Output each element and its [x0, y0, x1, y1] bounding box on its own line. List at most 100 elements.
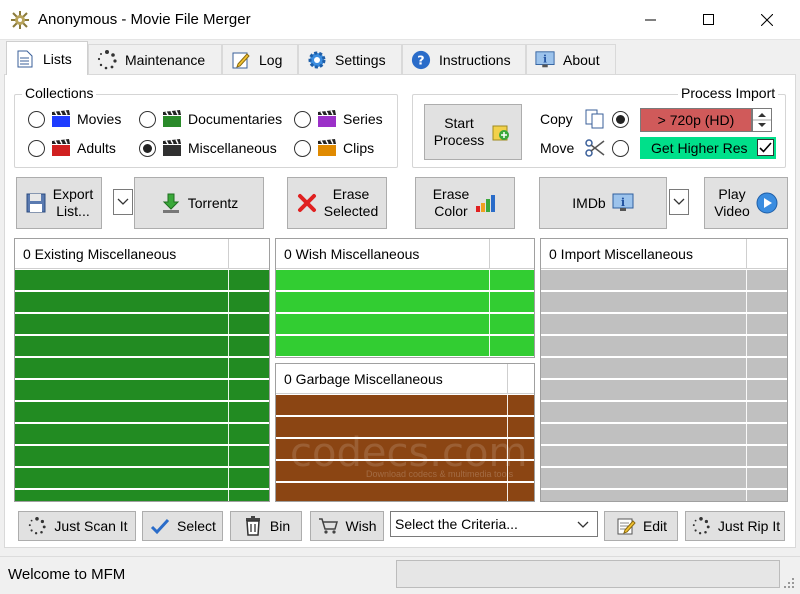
- tab-instructions[interactable]: ? Instructions: [402, 44, 526, 74]
- svg-text:i: i: [543, 54, 547, 65]
- button-label: Erase Color: [432, 186, 470, 219]
- clapperboard-icon: [52, 139, 70, 156]
- radio-label: Movies: [77, 111, 122, 127]
- imdb-button[interactable]: IMDb i: [539, 177, 667, 229]
- erase-color-button[interactable]: Erase Color: [415, 177, 515, 229]
- radio-circle[interactable]: [294, 139, 311, 157]
- play-icon: [756, 192, 778, 214]
- get-higher-res-label: Get Higher Res: [651, 140, 748, 156]
- existing-list[interactable]: 0 Existing Miscellaneous: [14, 238, 270, 502]
- status-text: Welcome to MFM: [8, 566, 126, 583]
- import-list-rows[interactable]: [541, 270, 787, 501]
- bin-button[interactable]: Bin: [230, 511, 302, 541]
- import-list-header: 0 Import Miscellaneous: [541, 239, 787, 269]
- watermark-subtext: Download codecs & multimedia tools: [366, 469, 514, 479]
- wish-list-rows[interactable]: [276, 270, 534, 357]
- resolution-value[interactable]: > 720p (HD): [640, 108, 752, 132]
- close-icon: [761, 14, 773, 26]
- torrentz-button[interactable]: Torrentz: [134, 177, 264, 229]
- tab-lists[interactable]: Lists: [6, 41, 88, 75]
- svg-text:?: ?: [417, 52, 424, 67]
- play-video-button[interactable]: Play Video: [704, 177, 788, 229]
- maximize-button[interactable]: [686, 0, 732, 40]
- radio-circle[interactable]: [294, 110, 311, 128]
- tab-log[interactable]: Log: [222, 44, 298, 74]
- radio-clips[interactable]: Clips: [294, 139, 374, 157]
- wish-button[interactable]: Wish: [310, 511, 384, 541]
- document-icon: [15, 49, 35, 69]
- existing-list-rows[interactable]: [15, 270, 269, 501]
- tab-maintenance[interactable]: Maintenance: [88, 44, 222, 74]
- close-button[interactable]: [744, 0, 790, 40]
- help-icon: ?: [411, 50, 431, 70]
- criteria-dropdown[interactable]: Select the Criteria...: [390, 511, 598, 537]
- radio-series[interactable]: Series: [294, 110, 383, 128]
- copy-radio[interactable]: [612, 111, 629, 128]
- clapperboard-icon: [318, 110, 336, 127]
- edit-button[interactable]: Edit: [604, 511, 678, 541]
- get-higher-res-option[interactable]: Get Higher Res: [640, 137, 776, 159]
- button-label: IMDb: [572, 194, 606, 211]
- spinner-icon: [26, 515, 48, 537]
- bar-chart-icon: [475, 192, 497, 214]
- radio-circle-selected[interactable]: [139, 139, 156, 157]
- tab-about[interactable]: i About: [526, 44, 616, 74]
- imdb-dropdown[interactable]: [669, 189, 689, 215]
- move-label: Move: [540, 140, 575, 156]
- radio-circle[interactable]: [28, 110, 45, 128]
- radio-adults[interactable]: Adults: [28, 139, 116, 157]
- radio-circle[interactable]: [139, 110, 156, 128]
- maximize-icon: [703, 14, 714, 25]
- button-label: Just Scan It: [54, 517, 128, 534]
- button-label: Export List...: [52, 186, 94, 219]
- get-higher-res-checkbox[interactable]: [757, 139, 774, 156]
- download-icon: [160, 192, 182, 214]
- process-icon: [490, 121, 512, 143]
- button-label: Wish: [345, 517, 377, 534]
- import-list[interactable]: 0 Import Miscellaneous: [540, 238, 788, 502]
- edit-icon: [615, 515, 637, 537]
- criteria-value: Select the Criteria...: [395, 516, 518, 532]
- radio-label: Clips: [343, 140, 375, 156]
- spinner-icon: [97, 49, 117, 70]
- radio-miscellaneous[interactable]: Miscellaneous: [139, 139, 277, 157]
- radio-movies[interactable]: Movies: [28, 110, 121, 128]
- button-label: Bin: [269, 517, 291, 534]
- button-label: Edit: [642, 517, 668, 534]
- checkmark-icon: [759, 142, 772, 153]
- export-list-dropdown[interactable]: [113, 189, 133, 215]
- export-list-button[interactable]: Export List...: [16, 177, 102, 229]
- tab-label: Log: [259, 51, 283, 68]
- button-label: Erase Selected: [323, 186, 379, 219]
- garbage-list-header: 0 Garbage Miscellaneous: [276, 364, 534, 394]
- button-label: Just Rip It: [717, 517, 781, 534]
- move-radio[interactable]: [612, 140, 629, 157]
- minimize-button[interactable]: [628, 0, 674, 40]
- start-process-button[interactable]: Start Process: [424, 104, 522, 160]
- radio-label: Documentaries: [188, 111, 283, 127]
- erase-selected-button[interactable]: Erase Selected: [287, 177, 387, 229]
- svg-text:i: i: [621, 196, 625, 209]
- spinner-icon: [690, 515, 712, 537]
- wish-list-header: 0 Wish Miscellaneous: [276, 239, 534, 269]
- select-button[interactable]: Select: [142, 511, 223, 541]
- button-label: Torrentz: [187, 194, 239, 211]
- tab-settings[interactable]: Settings: [298, 44, 402, 74]
- trash-icon: [242, 515, 264, 537]
- radio-circle[interactable]: [28, 139, 45, 157]
- resolution-spinner[interactable]: [752, 108, 772, 132]
- info-icon: i: [535, 50, 555, 70]
- pencil-icon: [231, 50, 251, 70]
- tab-label: Settings: [335, 51, 386, 68]
- resize-grip-icon[interactable]: [780, 574, 796, 590]
- existing-list-title: 0 Existing Miscellaneous: [23, 246, 177, 262]
- scissors-icon: [584, 137, 606, 159]
- clapperboard-icon: [163, 139, 181, 156]
- wish-list[interactable]: 0 Wish Miscellaneous: [275, 238, 535, 358]
- minimize-icon: [645, 19, 656, 21]
- just-rip-it-button[interactable]: Just Rip It: [685, 511, 785, 541]
- radio-label: Adults: [77, 140, 116, 156]
- radio-documentaries[interactable]: Documentaries: [139, 110, 282, 128]
- just-scan-it-button[interactable]: Just Scan It: [18, 511, 136, 541]
- button-label: Play Video: [714, 186, 750, 219]
